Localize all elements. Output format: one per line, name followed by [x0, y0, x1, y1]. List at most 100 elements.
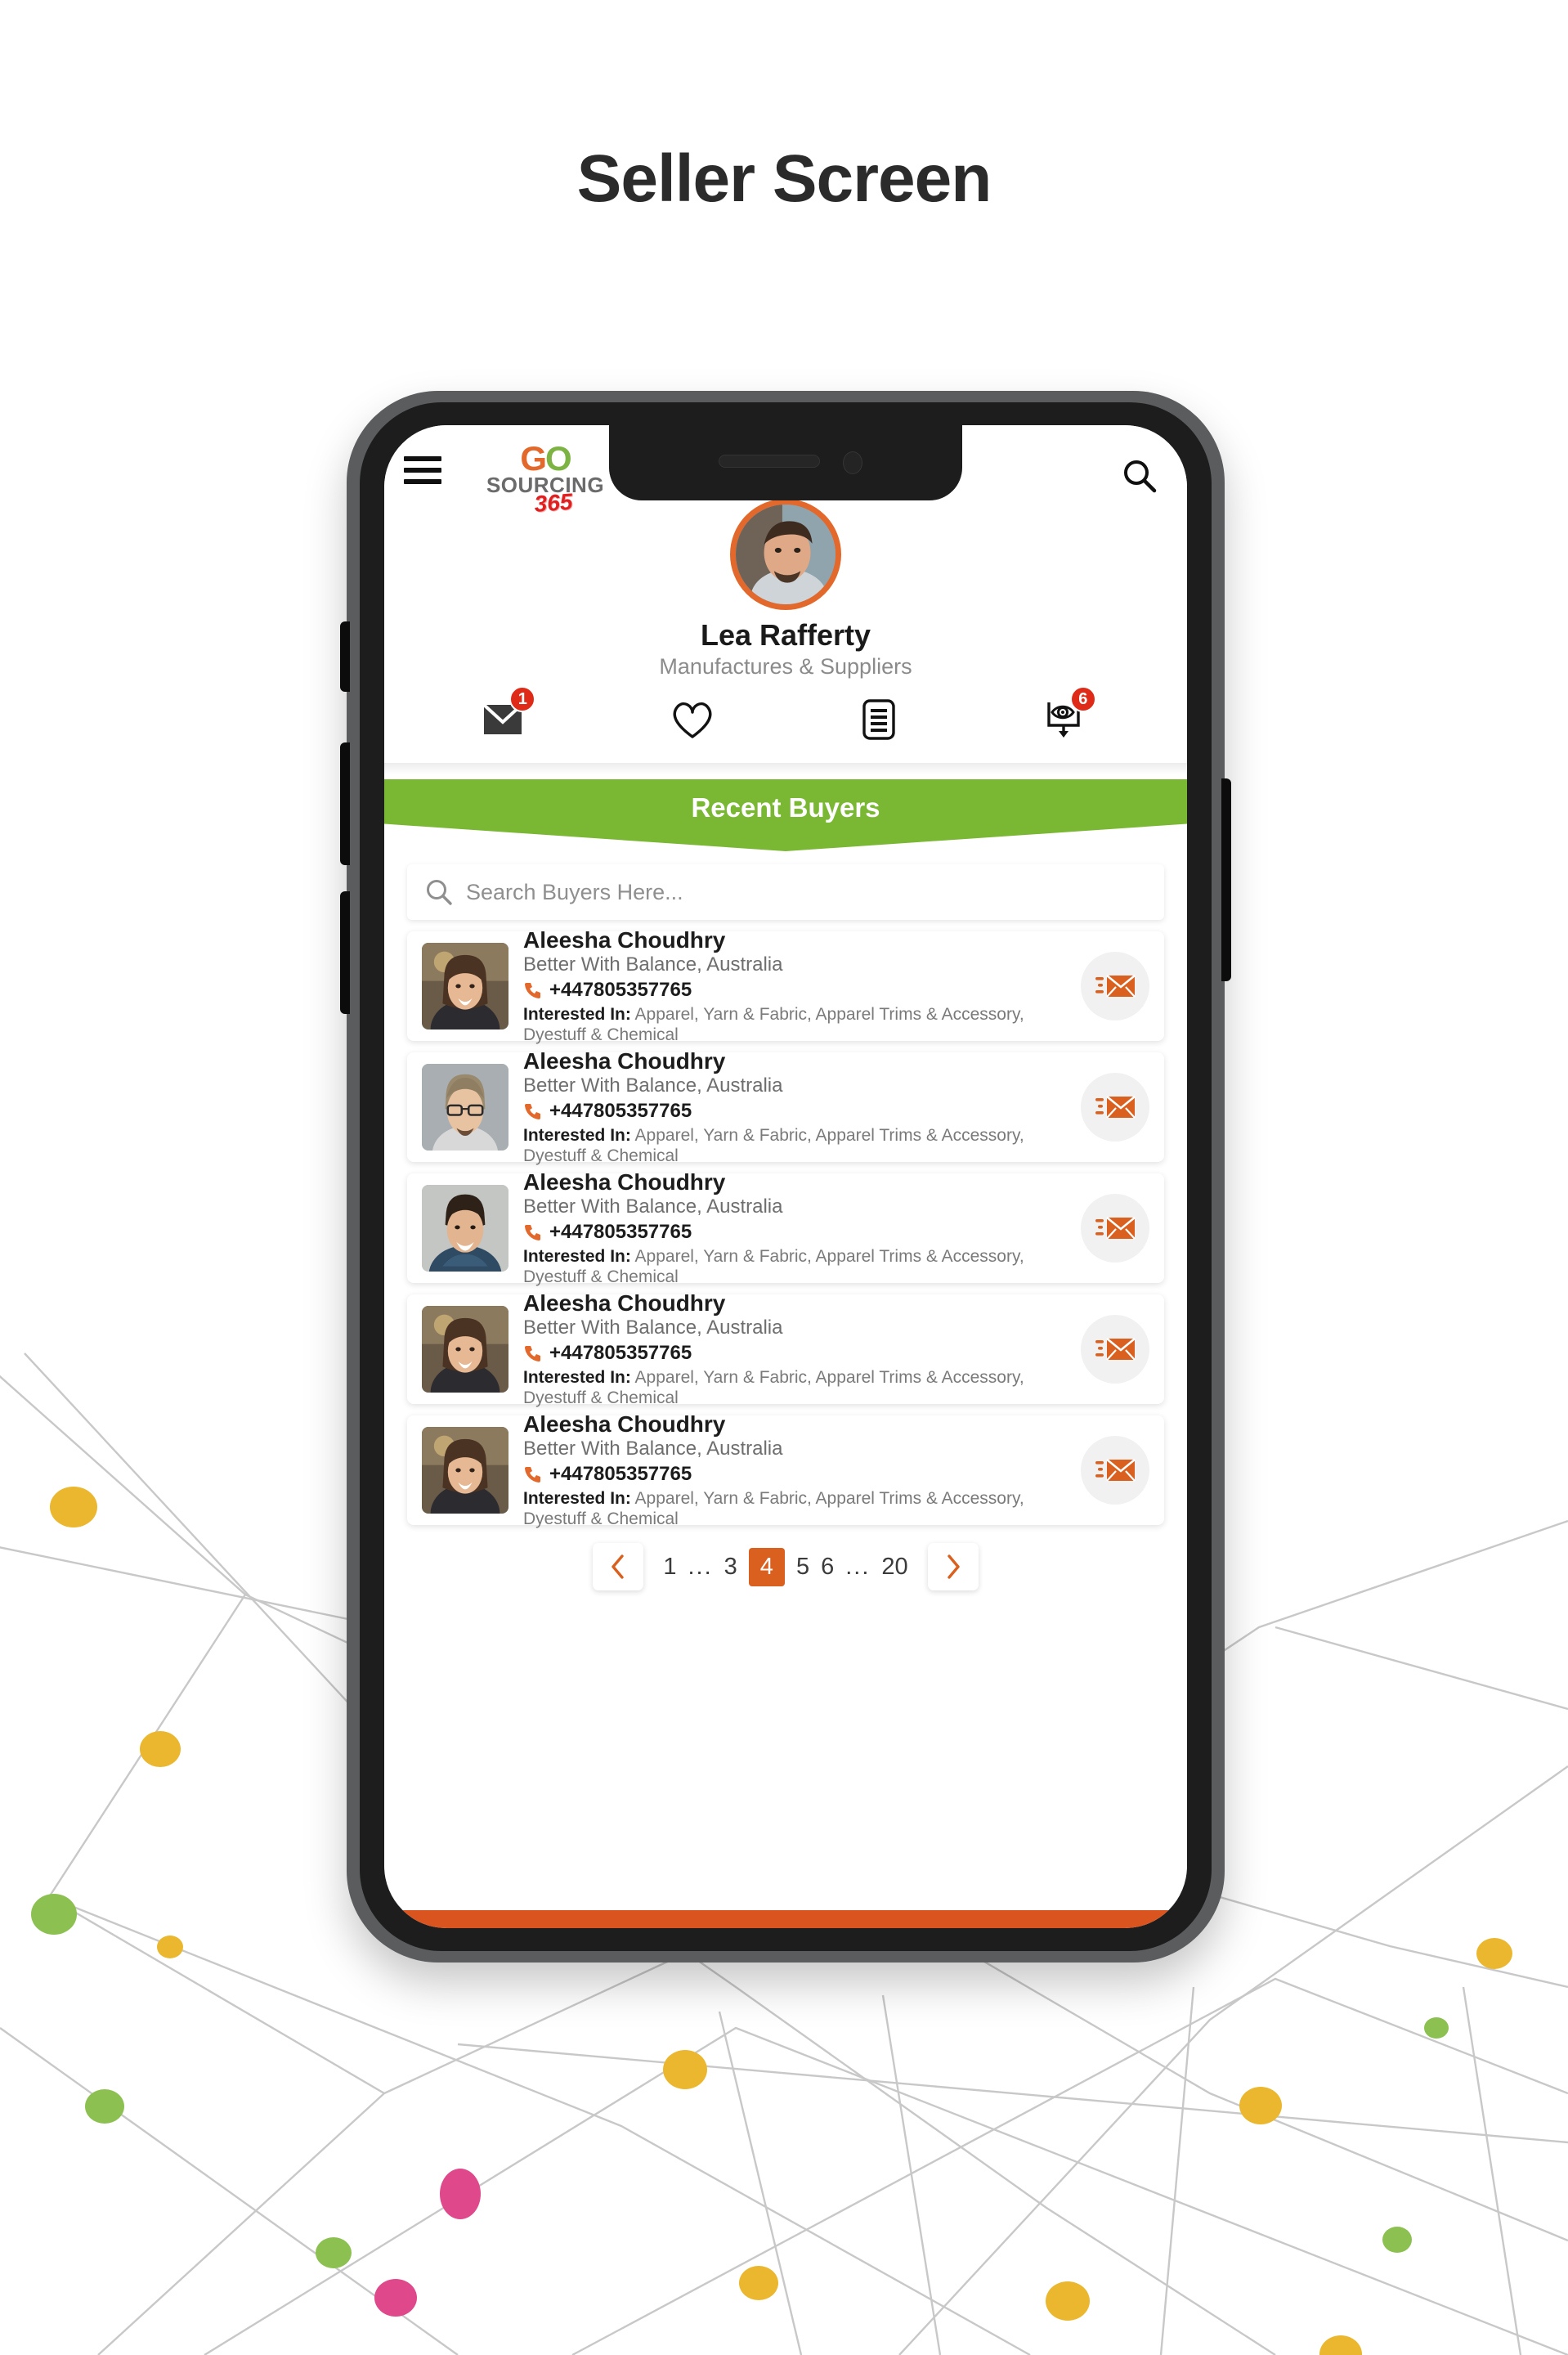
buyer-card[interactable]: Aleesha Choudhry Better With Balance, Au… — [407, 1290, 1164, 1407]
pagination-page-5[interactable]: 5 — [796, 1554, 809, 1581]
pagination-next-button[interactable] — [927, 1543, 979, 1590]
buyer-company: Better With Balance, Australia — [523, 1195, 783, 1218]
logo-letter-g: G — [520, 439, 547, 478]
buyer-info: Aleesha Choudhry Better With Balance, Au… — [523, 1411, 1066, 1530]
buyer-phone-row[interactable]: +447805357765 — [523, 979, 1066, 1002]
documents-button[interactable] — [844, 694, 914, 745]
buyer-phone: +447805357765 — [549, 1341, 692, 1364]
buyer-interest-label: Interested In: — [523, 1488, 631, 1508]
buyer-name: Aleesha Choudhry — [523, 1411, 726, 1437]
buyer-avatar — [422, 1306, 508, 1393]
buyer-interest-label: Interested In: — [523, 1125, 631, 1145]
favorites-button[interactable] — [657, 694, 728, 745]
phone-bezel: GO SOURCING 365 Lea Rafferty Manufacture… — [360, 402, 1212, 1951]
search-input-placeholder: Search Buyers Here... — [466, 879, 683, 904]
buyer-interest: Interested In: Apparel, Yarn & Fabric, A… — [523, 1367, 1066, 1408]
pagination-page-6[interactable]: 6 — [821, 1554, 834, 1581]
views-badge: 6 — [1069, 686, 1096, 712]
buyer-interest: Interested In: Apparel, Yarn & Fabric, A… — [523, 1004, 1066, 1045]
avatar[interactable] — [730, 499, 841, 610]
phone-silent-switch[interactable] — [340, 621, 350, 692]
buyer-name: Aleesha Choudhry — [523, 926, 726, 953]
buyer-phone-row[interactable]: +447805357765 — [523, 1342, 1066, 1365]
messages-button[interactable]: 1 — [470, 686, 540, 745]
hamburger-icon[interactable] — [404, 456, 441, 484]
pagination: 1 ... 3 4 5 6 ... 20 — [384, 1543, 1187, 1590]
send-mail-button[interactable] — [1081, 1194, 1149, 1263]
pagination-page-3[interactable]: 3 — [724, 1554, 737, 1581]
phone-icon — [525, 1224, 540, 1240]
buyer-phone: +447805357765 — [549, 1462, 692, 1485]
pagination-ellipsis-right: ... — [845, 1553, 871, 1580]
buyer-company: Better With Balance, Australia — [523, 1317, 783, 1339]
search-icon[interactable] — [1122, 458, 1158, 494]
buyer-phone: +447805357765 — [549, 1220, 692, 1243]
pagination-page-4-active[interactable]: 4 — [748, 1547, 785, 1586]
buyer-info: Aleesha Choudhry Better With Balance, Au… — [523, 1290, 1066, 1409]
buyer-avatar — [422, 1185, 508, 1272]
buyer-name: Aleesha Choudhry — [523, 1169, 726, 1195]
pagination-ellipsis-left: ... — [688, 1553, 713, 1580]
profile-name: Lea Rafferty — [700, 618, 871, 652]
send-mail-button[interactable] — [1081, 1073, 1149, 1142]
send-mail-icon — [1095, 1458, 1136, 1482]
buyer-card[interactable]: Aleesha Choudhry Better With Balance, Au… — [407, 1048, 1164, 1165]
phone-notch — [609, 425, 962, 500]
buyer-phone: +447805357765 — [549, 1099, 692, 1122]
buyer-avatar — [422, 1427, 508, 1514]
screenshot-canvas: Seller Screen GO SOURCING 365 Lea Raffer… — [0, 0, 1568, 2355]
phone-screen: GO SOURCING 365 Lea Rafferty Manufacture… — [384, 425, 1187, 1928]
brand-logo[interactable]: GO SOURCING 365 — [473, 442, 618, 517]
phone-icon — [525, 1466, 540, 1483]
pagination-prev-button[interactable] — [593, 1543, 644, 1590]
buyer-company: Better With Balance, Australia — [523, 953, 783, 976]
buyer-card[interactable]: Aleesha Choudhry Better With Balance, Au… — [407, 1411, 1164, 1528]
buyer-list: Aleesha Choudhry Better With Balance, Au… — [384, 927, 1187, 1528]
buyer-card[interactable]: Aleesha Choudhry Better With Balance, Au… — [407, 1169, 1164, 1286]
buyer-card[interactable]: Aleesha Choudhry Better With Balance, Au… — [407, 927, 1164, 1044]
buyer-interest: Interested In: Apparel, Yarn & Fabric, A… — [523, 1246, 1066, 1287]
phone-icon — [525, 1103, 540, 1119]
search-icon — [427, 880, 452, 905]
buyer-company: Better With Balance, Australia — [523, 1074, 783, 1097]
pagination-page-20[interactable]: 20 — [881, 1554, 907, 1581]
buyer-info: Aleesha Choudhry Better With Balance, Au… — [523, 927, 1066, 1046]
chevron-left-icon — [612, 1554, 625, 1579]
header-divider — [384, 763, 1187, 774]
send-mail-button[interactable] — [1081, 1315, 1149, 1384]
heart-icon — [673, 702, 712, 738]
buyer-interest: Interested In: Apparel, Yarn & Fabric, A… — [523, 1125, 1066, 1166]
send-mail-button[interactable] — [1081, 952, 1149, 1020]
views-button[interactable]: 6 — [1031, 686, 1101, 745]
send-mail-icon — [1095, 1095, 1136, 1119]
recent-buyers-label: Recent Buyers — [691, 792, 880, 823]
send-mail-icon — [1095, 1216, 1136, 1240]
search-buyers-field[interactable]: Search Buyers Here... — [407, 864, 1164, 920]
logo-letter-o: O — [545, 439, 572, 478]
send-mail-button[interactable] — [1081, 1436, 1149, 1505]
phone-volume-down-button[interactable] — [340, 891, 350, 1014]
buyer-phone-row[interactable]: +447805357765 — [523, 1463, 1066, 1486]
buyer-interest-label: Interested In: — [523, 1246, 631, 1266]
recent-buyers-banner-wrap: Recent Buyers — [384, 779, 1187, 851]
send-mail-icon — [1095, 974, 1136, 998]
buyer-info: Aleesha Choudhry Better With Balance, Au… — [523, 1048, 1066, 1167]
buyer-info: Aleesha Choudhry Better With Balance, Au… — [523, 1169, 1066, 1288]
buyer-avatar — [422, 943, 508, 1029]
buyer-phone-row[interactable]: +447805357765 — [523, 1221, 1066, 1244]
buyer-name: Aleesha Choudhry — [523, 1047, 726, 1074]
phone-power-button[interactable] — [1221, 778, 1231, 981]
buyer-phone-row[interactable]: +447805357765 — [523, 1100, 1066, 1123]
profile-role: Manufactures & Suppliers — [659, 654, 912, 679]
logo-go-text: GO — [473, 442, 618, 476]
buyer-avatar — [422, 1064, 508, 1151]
pagination-page-1[interactable]: 1 — [663, 1554, 676, 1581]
buyer-company: Better With Balance, Australia — [523, 1438, 783, 1460]
messages-badge: 1 — [509, 686, 536, 712]
quick-action-icon-row: 1 6 — [384, 680, 1187, 763]
buyer-interest-label: Interested In: — [523, 1004, 631, 1024]
buyer-interest: Interested In: Apparel, Yarn & Fabric, A… — [523, 1488, 1066, 1529]
phone-volume-up-button[interactable] — [340, 742, 350, 865]
buyer-name: Aleesha Choudhry — [523, 1290, 726, 1316]
send-mail-icon — [1095, 1337, 1136, 1361]
